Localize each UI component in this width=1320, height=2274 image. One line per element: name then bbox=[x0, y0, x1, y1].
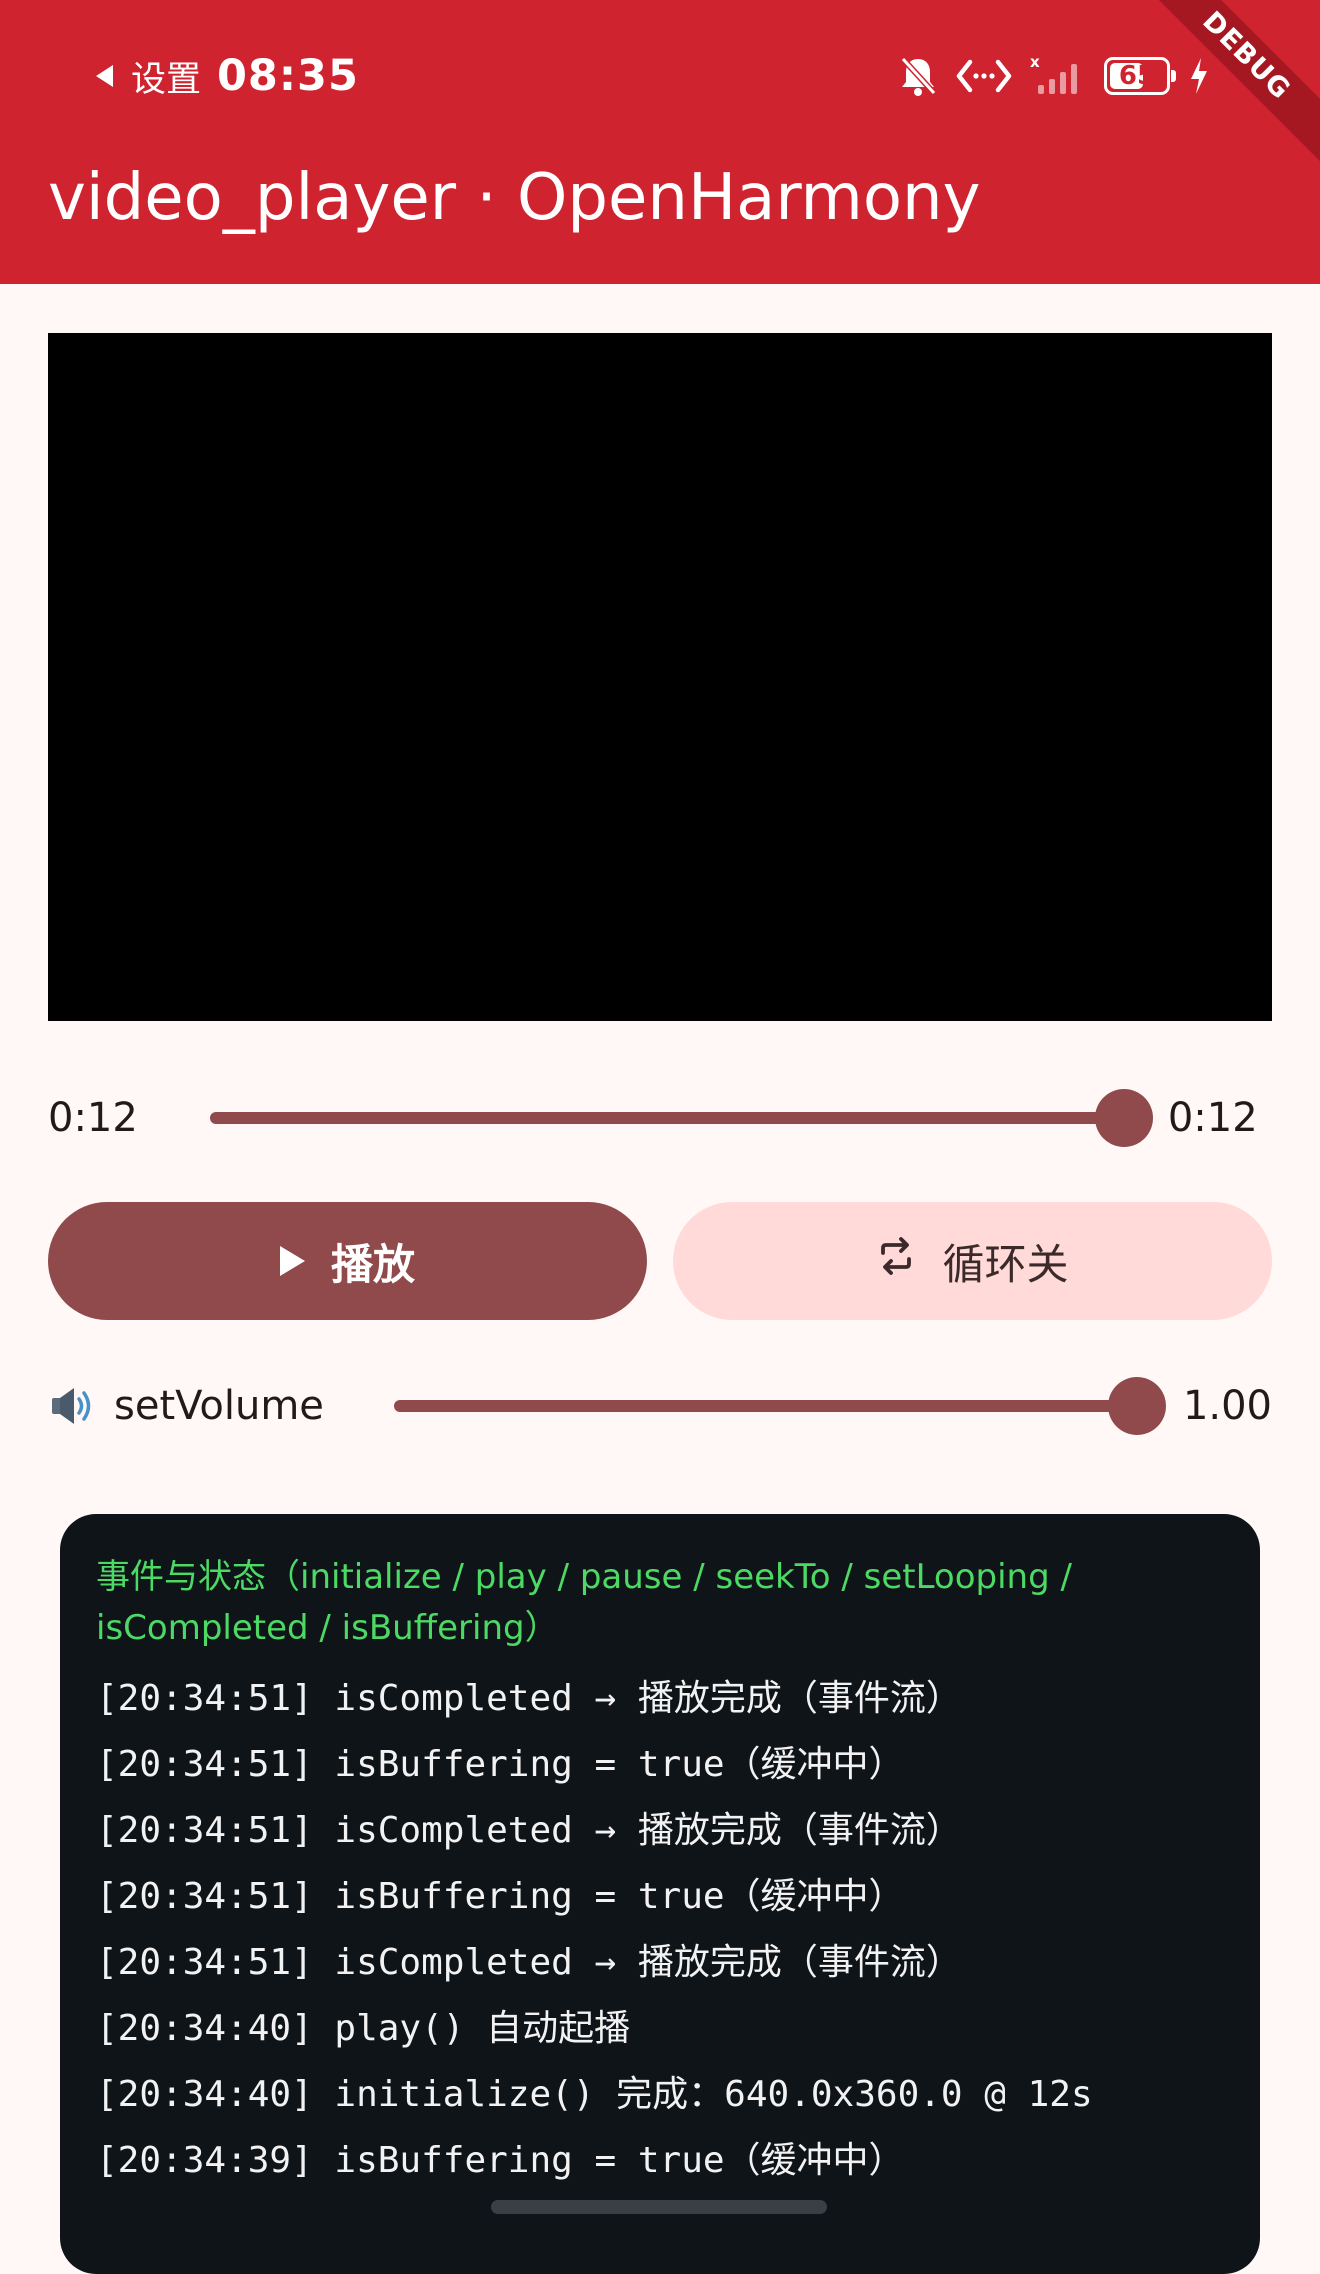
home-indicator[interactable] bbox=[491, 2200, 827, 2214]
no-signal-icon: x bbox=[1030, 54, 1086, 98]
status-time: 08:35 bbox=[217, 51, 359, 101]
repeat-icon bbox=[876, 1236, 916, 1286]
playback-controls: 播放 循环关 bbox=[48, 1202, 1272, 1320]
speaker-icon bbox=[48, 1381, 98, 1431]
back-to-app-icon[interactable] bbox=[96, 65, 113, 87]
svg-text:x: x bbox=[1030, 54, 1040, 71]
play-button-label: 播放 bbox=[330, 1239, 415, 1289]
battery-level: 65 bbox=[1118, 61, 1156, 91]
volume-row: setVolume 1.00 bbox=[48, 1374, 1272, 1438]
charging-icon bbox=[1188, 56, 1210, 96]
log-entry: [20:34:51] isCompleted → 播放完成（事件流） bbox=[96, 1942, 962, 1983]
log-entry: [20:34:51] isBuffering = true（缓冲中） bbox=[96, 1876, 905, 1917]
log-entry: [20:34:40] play() 自动起播 bbox=[96, 2008, 631, 2049]
seek-slider-track bbox=[209, 1112, 1124, 1124]
loop-button-label: 循环关 bbox=[942, 1239, 1069, 1289]
play-icon bbox=[279, 1246, 305, 1276]
volume-label: setVolume bbox=[114, 1383, 324, 1429]
battery-icon: 65 bbox=[1104, 57, 1176, 95]
event-log-header: 事件与状态（initialize / play / pause / seekTo… bbox=[96, 1557, 1072, 1648]
log-entry: [20:34:39] isBuffering = true（缓冲中） bbox=[96, 2140, 905, 2181]
seek-slider-active-track bbox=[209, 1112, 1124, 1124]
app-bar: 设置 08:35 x 65 DEBUG video_player · OpenH… bbox=[0, 0, 1320, 284]
seek-slider[interactable] bbox=[209, 1086, 1153, 1150]
volume-slider-thumb[interactable] bbox=[1107, 1377, 1166, 1435]
bell-off-icon bbox=[898, 55, 938, 97]
video-surface[interactable] bbox=[48, 333, 1272, 1021]
log-entry: [20:34:51] isCompleted → 播放完成（事件流） bbox=[96, 1810, 962, 1851]
play-button[interactable]: 播放 bbox=[48, 1202, 647, 1320]
total-duration: 0:12 bbox=[1167, 1095, 1258, 1141]
volume-value: 1.00 bbox=[1182, 1383, 1272, 1429]
volume-slider-track bbox=[393, 1400, 1137, 1412]
data-transfer-icon bbox=[956, 56, 1012, 96]
page-title: video_player · OpenHarmony bbox=[48, 161, 981, 235]
seek-slider-thumb[interactable] bbox=[1094, 1089, 1153, 1147]
log-entry: [20:34:51] isBuffering = true（缓冲中） bbox=[96, 1744, 905, 1785]
log-entry: [20:34:40] initialize() 完成：640.0x360.0 @… bbox=[96, 2074, 1093, 2115]
volume-slider-active-track bbox=[393, 1400, 1137, 1412]
progress-row: 0:12 0:12 bbox=[48, 1086, 1272, 1150]
status-bar-left: 设置 08:35 bbox=[96, 50, 359, 102]
event-log-list: [20:34:51] isCompleted → 播放完成（事件流） [20:34… bbox=[96, 1666, 1224, 2194]
event-log-panel[interactable]: 事件与状态（initialize / play / pause / seekTo… bbox=[60, 1514, 1260, 2274]
log-entry: [20:34:51] isCompleted → 播放完成（事件流） bbox=[96, 1678, 962, 1719]
current-position: 0:12 bbox=[48, 1095, 138, 1141]
volume-slider[interactable] bbox=[393, 1374, 1166, 1438]
back-to-app-label[interactable]: 设置 bbox=[131, 51, 201, 102]
status-bar-right: x 65 bbox=[898, 50, 1210, 102]
loop-toggle-button[interactable]: 循环关 bbox=[673, 1202, 1272, 1320]
